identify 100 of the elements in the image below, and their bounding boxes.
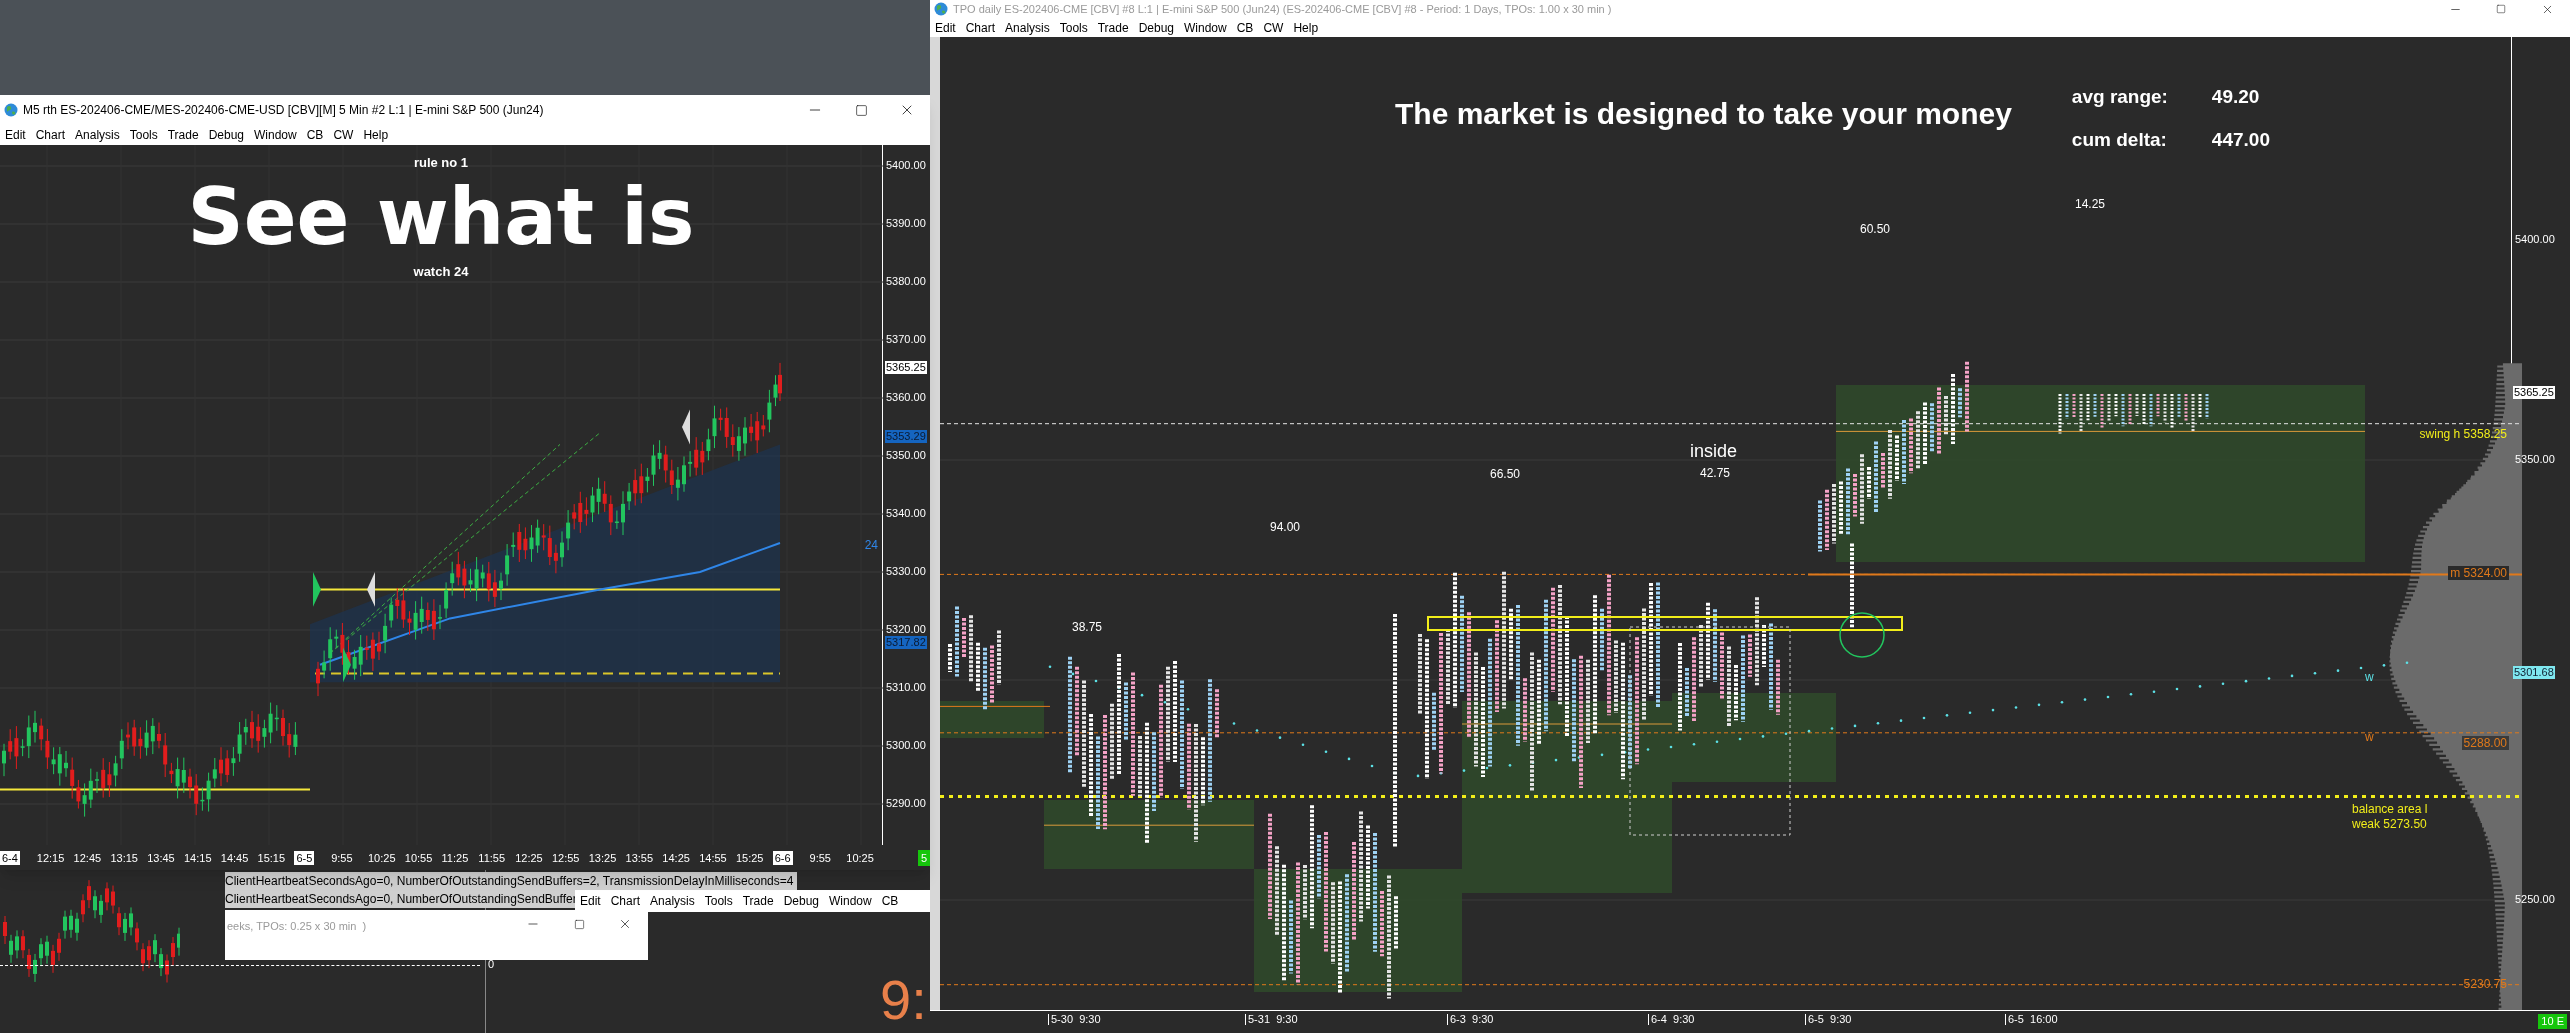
time-label: 13:15 [110,850,138,865]
maximize-icon[interactable] [573,918,585,930]
time-label: 14:45 [220,850,249,865]
price-tick: 5340.00 [886,508,926,519]
time-label: 12:55 [551,850,580,865]
stat-value: 447.00 [2211,127,2271,152]
price-tick: 5400.00 [2515,234,2555,245]
chart-annotation: inside [1690,442,1738,460]
time-label: 10:25 [367,850,396,865]
price-marker: 5365.25 [2513,385,2555,399]
time-label: 6-6 [772,850,793,865]
maximize-icon[interactable] [2496,4,2506,14]
time-label: 14:25 [662,850,690,865]
time-label: 10:55 [404,850,433,865]
time-label: 6-3 9:30 [1447,1014,1494,1025]
level-label: weak 5273.50 [2352,816,2428,832]
chart-caption: rule no 1 [413,154,469,172]
chart-annotation: 60.50 [1860,223,1891,235]
menu-item[interactable]: Debug [778,895,824,907]
menu-item[interactable]: Trade [737,895,779,907]
menu-item[interactable]: Window [824,895,877,907]
menu-item[interactable]: Edit [930,21,961,34]
level-label: 5230.75 [2462,976,2508,991]
time-label: 6-5 9:30 [1805,1014,1852,1025]
time-label: 11:25 [441,850,469,865]
menu-item[interactable]: Tools [124,129,163,141]
price-tick: 5400.00 [886,160,926,171]
price-tick: 5350.00 [2515,454,2555,465]
menu-item[interactable]: Tools [699,895,738,907]
axis-label: 0 [488,957,495,972]
time-label: 6-5 16:00 [2005,1014,2058,1025]
triangle-marker [367,572,375,607]
menu-item[interactable]: Analysis [70,129,125,141]
menu-item[interactable]: Debug [203,129,249,141]
menu-item[interactable]: Edit [0,129,31,141]
price-tick: 5300.00 [886,740,926,751]
menu-item[interactable]: Chart [30,129,71,141]
time-label: 5-30 9:30 [1048,1014,1101,1025]
vwap-label: w [2365,670,2374,683]
chart-annotation: 66.50 [1490,468,1521,480]
chart-annotation: 94.00 [1270,521,1301,533]
price-marker: 5365.25 [885,360,927,374]
time-label: 14:15 [184,850,212,865]
chart-caption: watch 24 [413,263,469,282]
time-label: 12:15 [36,850,65,865]
line-label: 24 [864,537,878,554]
price-tick: 5390.00 [886,218,926,229]
vwap-label: w [2365,730,2374,743]
price-tick: 5350.00 [886,450,926,461]
chart-annotation: 42.75 [1700,467,1731,479]
price-tick: 5250.00 [2515,894,2555,905]
time-label: 15:25 [735,850,764,865]
status-badge: 5 [917,849,930,866]
menu-item[interactable]: Window [1179,21,1232,34]
level-label: swing h 5358.25 [2418,426,2508,441]
price-tick: 5310.00 [886,682,926,693]
menu-item[interactable]: CB [876,895,904,907]
price-tick: 5380.00 [886,276,926,287]
menu-item[interactable]: Trade [162,129,204,141]
triangle-marker [313,572,321,607]
time-label: 13:45 [147,850,175,865]
triangle-marker [682,409,690,445]
chart-annotation: 38.75 [1072,621,1103,633]
menu-item[interactable]: Analysis [1000,21,1055,34]
time-label: 9:55 [809,850,831,865]
menu-item[interactable]: CB [301,129,329,141]
maximize-icon[interactable] [854,103,868,117]
close-icon[interactable] [618,917,632,931]
chart-headline: See what is [187,172,695,263]
menu-item[interactable]: CB [1231,21,1259,34]
triangle-marker [343,647,351,683]
price-tick: 5330.00 [886,566,926,577]
chart-annotation: 14.25 [2075,198,2106,210]
time-label: 10:25 [846,850,874,865]
time-label: 14:55 [699,850,727,865]
menu-item[interactable]: Help [358,129,394,141]
menu-item[interactable]: Window [249,129,302,141]
menu-item[interactable]: CW [328,129,359,141]
menu-item[interactable]: Analysis [645,895,700,907]
menu-item[interactable]: Chart [960,21,1001,34]
price-marker: 5317.82 [885,635,927,649]
price-tick: 5290.00 [886,798,926,809]
menu-item[interactable]: Trade [1092,21,1134,34]
menu-item[interactable]: Help [1288,21,1324,34]
time-label: 6-4 9:30 [1648,1014,1695,1025]
menu-item[interactable]: CW [1258,21,1289,34]
chart-headline: The market is designed to take your money [1395,96,2012,132]
level-label: m 5324.00 [2448,566,2509,581]
clock-digits: 9: [880,972,927,1028]
time-label: 13:55 [625,850,654,865]
menu-item[interactable]: Chart [605,895,646,907]
time-label: 11:55 [478,850,506,865]
globe-icon [934,2,948,16]
level-label: balance area l [2352,801,2428,817]
window-title: M5 rth ES-202406-CME/MES-202406-CME-USD [CBV][M] 5 Min #2 L:1 | E-mini S&P 500 (Jun24) [23,102,544,119]
menu-item[interactable]: Tools [1054,21,1093,34]
time-label: 6-5 [294,850,315,865]
price-tick: 5360.00 [886,392,926,403]
menu-item[interactable]: Debug [1133,21,1179,34]
stat-label: cum delta: [2071,127,2168,152]
